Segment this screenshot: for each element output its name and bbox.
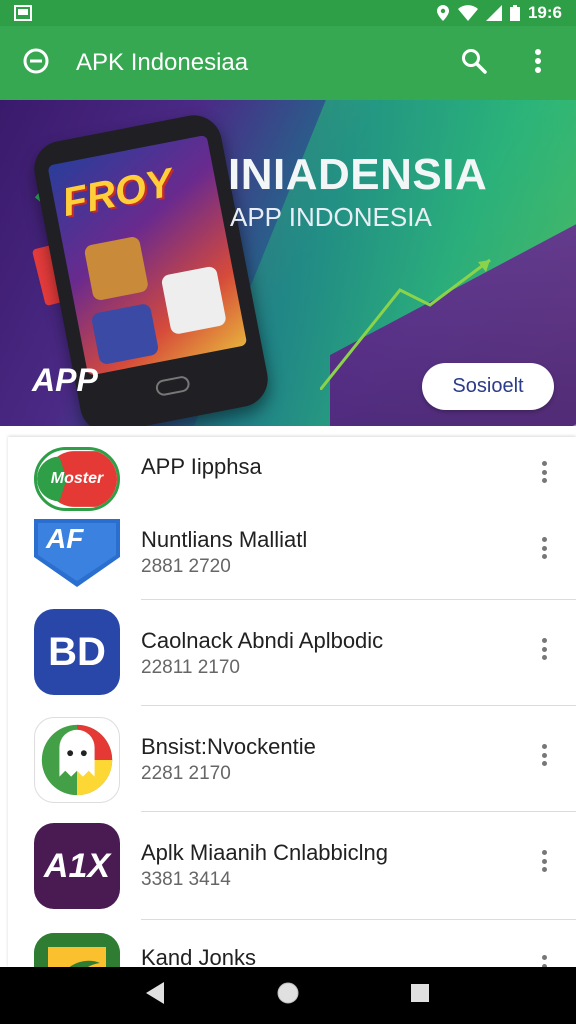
item-more-button[interactable]: [534, 634, 554, 664]
home-circle-icon: [276, 981, 300, 1010]
app-meta: 2281 2170: [141, 763, 231, 784]
bird-app-icon: [34, 933, 120, 967]
app-bar: APK Indonesiaa: [0, 26, 576, 100]
app-name: Kand Jonks: [141, 945, 256, 967]
app-name: Caolnack Abndi Aplbodic: [141, 628, 384, 653]
item-more-button[interactable]: [534, 740, 554, 770]
app-name: APP Iipphsa: [141, 454, 262, 479]
af-shield-app-icon: AF: [34, 519, 120, 587]
status-time: 19:6: [527, 3, 562, 22]
item-more-button[interactable]: [534, 533, 554, 563]
item-more-button[interactable]: [534, 951, 554, 967]
app-meta: 22811 2170: [141, 657, 240, 678]
recents-button[interactable]: [400, 976, 440, 1016]
app-name: Bnsist:Nvockentie: [141, 734, 316, 759]
app-icon-label: BD: [48, 629, 106, 674]
banner-logo: APP: [32, 362, 98, 398]
moster-app-icon: Moster: [34, 447, 120, 511]
item-more-button[interactable]: [534, 846, 554, 876]
signal-icon: [485, 5, 502, 21]
app-meta: 2881 2720: [141, 556, 231, 577]
list-item[interactable]: AF Nuntlians Malliatl 2881 2720: [8, 519, 576, 601]
app-meta: 3381 3414: [141, 869, 231, 890]
banner-heading: INIADENSIA: [228, 150, 488, 199]
recents-square-icon: [410, 983, 430, 1008]
phone-tile: [90, 302, 160, 366]
list-item[interactable]: A1X Aplk Miaanih Cnlabbiclng 3381 3414: [8, 813, 576, 921]
battery-icon: [509, 5, 520, 21]
system-nav-bar: [0, 967, 576, 1024]
notification-icon: [14, 5, 32, 21]
app-icon-label: AF: [46, 523, 84, 554]
list-item[interactable]: Bnsist:Nvockentie 2281 2170: [8, 707, 576, 813]
ghost-app-icon: [34, 717, 120, 803]
back-triangle-icon: [146, 982, 166, 1009]
app-icon-label: Moster: [50, 470, 104, 487]
status-bar: 19:6: [0, 0, 576, 26]
a1x-app-icon: A1X: [34, 823, 120, 909]
banner-action-button[interactable]: Sosioelt: [422, 363, 554, 410]
phone-screen: FROY: [47, 134, 248, 376]
divider: [141, 919, 576, 920]
phone-home-button: [154, 374, 191, 398]
location-icon: [436, 5, 450, 21]
divider: [141, 705, 576, 706]
search-icon: [460, 47, 488, 80]
home-button[interactable]: [268, 976, 308, 1016]
banner-subheading: APP INDONESIA: [230, 202, 432, 232]
wifi-icon: [457, 5, 478, 21]
phone-screen-title: FROY: [58, 160, 177, 226]
divider: [141, 811, 576, 812]
app-icon-label: A1X: [43, 846, 111, 885]
overflow-menu-button[interactable]: [518, 43, 558, 83]
app-title: APK Indonesiaa: [76, 49, 249, 76]
app-name: Aplk Miaanih Cnlabbiclng: [141, 840, 389, 865]
more-vert-icon: [534, 48, 542, 79]
minus-circle-icon: [22, 47, 50, 80]
phone-tile: [83, 235, 150, 302]
promo-banner[interactable]: FROY INIADENSIA APP INDONESIA APP Sosioe…: [0, 100, 576, 426]
search-button[interactable]: [454, 43, 494, 83]
divider: [141, 599, 576, 600]
item-more-button[interactable]: [534, 457, 554, 487]
back-button[interactable]: [136, 976, 176, 1016]
phone-tile: [160, 265, 228, 336]
list-item[interactable]: Moster APP Iipphsa: [8, 437, 576, 519]
collapse-button[interactable]: [18, 45, 54, 81]
app-list: Moster APP Iipphsa AF Nuntlians Malliatl…: [8, 437, 576, 967]
list-item[interactable]: BD Caolnack Abndi Aplbodic 22811 2170: [8, 601, 576, 707]
bd-app-icon: BD: [34, 609, 120, 695]
app-name: Nuntlians Malliatl: [141, 527, 308, 552]
list-item[interactable]: Kand Jonks: [8, 921, 576, 967]
